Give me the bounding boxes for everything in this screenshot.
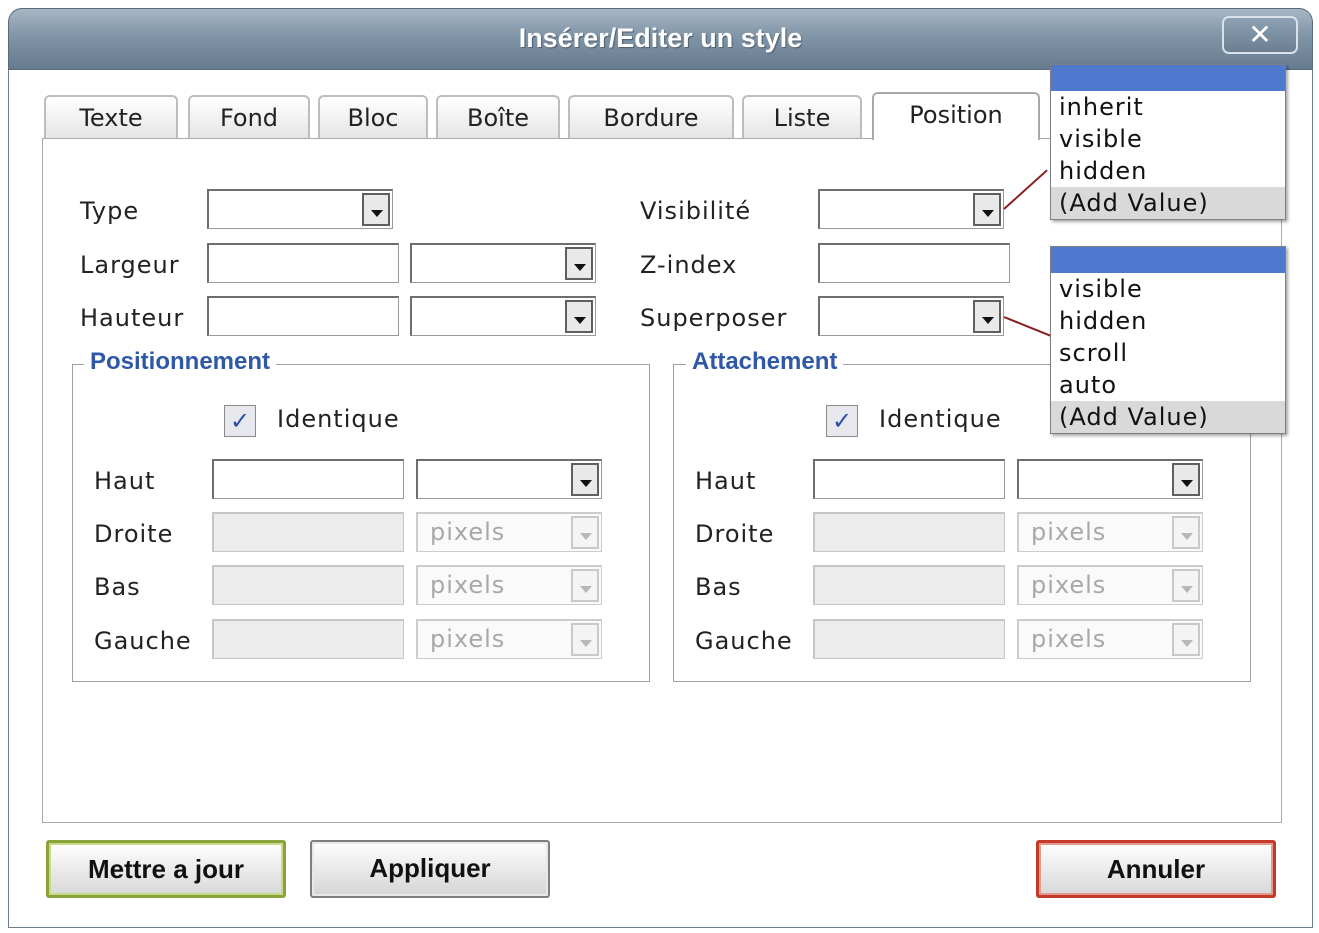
att-bas-label: Bas bbox=[695, 573, 742, 601]
att-gauche-unit-value: pixels bbox=[1031, 625, 1107, 653]
pos-droite-input[interactable] bbox=[212, 512, 404, 552]
largeur-unit-select[interactable] bbox=[410, 243, 596, 283]
type-label: Type bbox=[80, 197, 140, 225]
att-bas-unit-value: pixels bbox=[1031, 571, 1107, 599]
att-gauche-label: Gauche bbox=[695, 627, 793, 655]
zindex-input[interactable] bbox=[818, 243, 1010, 283]
tab-bordure[interactable]: Bordure bbox=[568, 95, 734, 139]
tab-liste[interactable]: Liste bbox=[742, 95, 862, 139]
close-button[interactable]: ✕ bbox=[1222, 16, 1298, 54]
tab-boite[interactable]: Boîte bbox=[436, 95, 560, 139]
visibility-dropdown-list: inherit visible hidden (Add Value) bbox=[1050, 64, 1286, 220]
hauteur-unit-select[interactable] bbox=[410, 296, 596, 336]
tab-texte[interactable]: Texte bbox=[44, 95, 178, 139]
zindex-label: Z-index bbox=[640, 251, 738, 279]
pos-gauche-label: Gauche bbox=[94, 627, 192, 655]
visibilite-label: Visibilité bbox=[640, 197, 752, 225]
dropdown-option[interactable]: inherit bbox=[1051, 91, 1285, 123]
dialog-title: Insérer/Editer un style bbox=[518, 23, 803, 53]
att-haut-label: Haut bbox=[695, 467, 757, 495]
chevron-down-icon[interactable] bbox=[1172, 569, 1200, 602]
att-haut-input[interactable] bbox=[813, 459, 1005, 499]
attachement-identique-label: Identique bbox=[879, 405, 1002, 433]
attachement-identique-checkbox[interactable]: ✓ bbox=[826, 405, 858, 437]
pos-bas-unit-value: pixels bbox=[430, 571, 506, 599]
style-dialog: Insérer/Editer un style ✕ Texte Fond Blo… bbox=[0, 0, 1319, 933]
chevron-down-icon[interactable] bbox=[1172, 623, 1200, 656]
dropdown-selected-item[interactable] bbox=[1051, 65, 1285, 91]
pos-haut-unit-select[interactable] bbox=[416, 459, 602, 499]
chevron-down-icon[interactable] bbox=[571, 623, 599, 656]
positionnement-legend: Positionnement bbox=[84, 348, 277, 376]
pos-bas-unit-select[interactable]: pixels bbox=[416, 565, 602, 605]
positionnement-identique-checkbox[interactable]: ✓ bbox=[224, 405, 256, 437]
pos-bas-input[interactable] bbox=[212, 565, 404, 605]
checkmark-icon: ✓ bbox=[831, 407, 853, 435]
chevron-down-icon[interactable] bbox=[973, 300, 1001, 333]
hauteur-input[interactable] bbox=[207, 296, 399, 336]
pos-haut-label: Haut bbox=[94, 467, 156, 495]
att-gauche-unit-select[interactable]: pixels bbox=[1017, 619, 1203, 659]
dropdown-option-add-value[interactable]: (Add Value) bbox=[1051, 401, 1285, 433]
dropdown-option-add-value[interactable]: (Add Value) bbox=[1051, 187, 1285, 219]
chevron-down-icon[interactable] bbox=[571, 516, 599, 549]
chevron-down-icon[interactable] bbox=[565, 247, 593, 280]
dropdown-option[interactable]: visible bbox=[1051, 123, 1285, 155]
att-droite-input[interactable] bbox=[813, 512, 1005, 552]
pos-bas-label: Bas bbox=[94, 573, 141, 601]
largeur-label: Largeur bbox=[80, 251, 180, 279]
dropdown-option[interactable]: scroll bbox=[1051, 337, 1285, 369]
chevron-down-icon[interactable] bbox=[973, 193, 1001, 226]
att-droite-unit-value: pixels bbox=[1031, 518, 1107, 546]
att-gauche-input[interactable] bbox=[813, 619, 1005, 659]
chevron-down-icon[interactable] bbox=[362, 193, 390, 226]
superposer-label: Superposer bbox=[640, 304, 788, 332]
overflow-dropdown-list: visible hidden scroll auto (Add Value) bbox=[1050, 246, 1286, 434]
att-droite-unit-select[interactable]: pixels bbox=[1017, 512, 1203, 552]
pos-droite-unit-value: pixels bbox=[430, 518, 506, 546]
dropdown-option[interactable]: hidden bbox=[1051, 305, 1285, 337]
close-icon: ✕ bbox=[1248, 18, 1272, 51]
tab-fond[interactable]: Fond bbox=[188, 95, 310, 139]
type-select[interactable] bbox=[207, 189, 393, 229]
checkmark-icon: ✓ bbox=[229, 407, 251, 435]
chevron-down-icon[interactable] bbox=[571, 463, 599, 496]
att-bas-unit-select[interactable]: pixels bbox=[1017, 565, 1203, 605]
apply-button[interactable]: Appliquer bbox=[310, 840, 550, 898]
tab-position[interactable]: Position bbox=[872, 92, 1040, 140]
cancel-button[interactable]: Annuler bbox=[1036, 840, 1276, 898]
hauteur-label: Hauteur bbox=[80, 304, 185, 332]
positionnement-identique-label: Identique bbox=[277, 405, 400, 433]
pos-gauche-input[interactable] bbox=[212, 619, 404, 659]
dropdown-selected-item[interactable] bbox=[1051, 247, 1285, 273]
chevron-down-icon[interactable] bbox=[565, 300, 593, 333]
att-bas-input[interactable] bbox=[813, 565, 1005, 605]
chevron-down-icon[interactable] bbox=[1172, 463, 1200, 496]
tab-bloc[interactable]: Bloc bbox=[318, 95, 428, 139]
attachement-legend: Attachement bbox=[686, 348, 844, 376]
att-haut-unit-select[interactable] bbox=[1017, 459, 1203, 499]
pos-gauche-unit-value: pixels bbox=[430, 625, 506, 653]
update-button[interactable]: Mettre a jour bbox=[46, 840, 286, 898]
chevron-down-icon[interactable] bbox=[1172, 516, 1200, 549]
pos-haut-input[interactable] bbox=[212, 459, 404, 499]
pos-droite-label: Droite bbox=[94, 520, 174, 548]
superposer-select[interactable] bbox=[818, 296, 1004, 336]
att-droite-label: Droite bbox=[695, 520, 775, 548]
dropdown-option[interactable]: hidden bbox=[1051, 155, 1285, 187]
largeur-input[interactable] bbox=[207, 243, 399, 283]
title-bar[interactable]: Insérer/Editer un style bbox=[8, 8, 1313, 70]
pos-droite-unit-select[interactable]: pixels bbox=[416, 512, 602, 552]
chevron-down-icon[interactable] bbox=[571, 569, 599, 602]
dropdown-option[interactable]: visible bbox=[1051, 273, 1285, 305]
visibilite-select[interactable] bbox=[818, 189, 1004, 229]
dropdown-option[interactable]: auto bbox=[1051, 369, 1285, 401]
pos-gauche-unit-select[interactable]: pixels bbox=[416, 619, 602, 659]
